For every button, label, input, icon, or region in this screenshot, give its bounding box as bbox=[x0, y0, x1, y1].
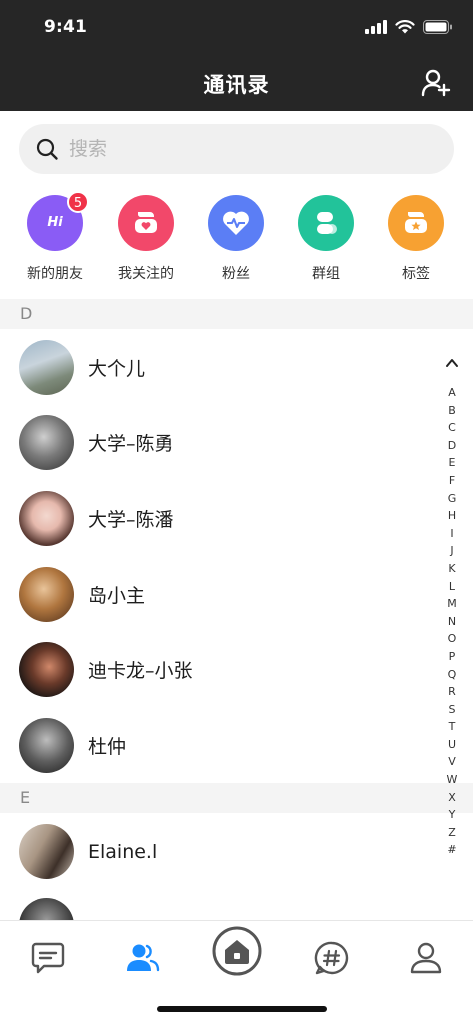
index-letter[interactable]: R bbox=[441, 683, 463, 701]
avatar bbox=[19, 567, 74, 622]
shortcut-label: 标签 bbox=[402, 266, 430, 282]
index-letter[interactable]: O bbox=[441, 630, 463, 648]
profile-icon bbox=[410, 942, 442, 974]
index-letter[interactable]: L bbox=[441, 578, 463, 596]
avatar bbox=[19, 415, 74, 470]
following-circle bbox=[118, 195, 174, 251]
tab-contacts[interactable] bbox=[118, 933, 168, 983]
index-letter[interactable]: A bbox=[441, 384, 463, 402]
index-letter[interactable]: T bbox=[441, 718, 463, 736]
signal-icon bbox=[365, 20, 387, 34]
index-letter[interactable]: M bbox=[441, 595, 463, 613]
index-letter[interactable]: G bbox=[441, 490, 463, 508]
shortcut-fans[interactable]: 粉丝 bbox=[191, 195, 281, 283]
contact-name: 大个儿 bbox=[88, 358, 146, 380]
contact-row[interactable]: 大学–陈潘 bbox=[0, 481, 440, 556]
tab-topics[interactable] bbox=[307, 933, 357, 983]
index-letter[interactable]: Q bbox=[441, 666, 463, 684]
wifi-icon bbox=[395, 20, 415, 34]
search-input[interactable] bbox=[69, 138, 409, 160]
section-header-d: D bbox=[0, 299, 473, 329]
index-letter[interactable]: # bbox=[441, 841, 463, 859]
home-indicator bbox=[157, 1006, 327, 1012]
tab-chat[interactable] bbox=[23, 933, 73, 983]
section-header-e: E bbox=[0, 783, 473, 813]
contact-name: 大学–陈潘 bbox=[88, 509, 174, 531]
index-letter[interactable]: X bbox=[441, 789, 463, 807]
contact-row[interactable]: 迪卡龙–小张 bbox=[0, 632, 440, 707]
shortcut-row: Hi 5 新的朋友 我关注的 粉丝 群组 标签 bbox=[0, 191, 473, 285]
contact-row[interactable]: 大个儿 bbox=[0, 330, 440, 405]
index-letter[interactable]: W bbox=[441, 771, 463, 789]
tab-profile[interactable] bbox=[401, 933, 451, 983]
shortcut-new-friends[interactable]: Hi 5 新的朋友 bbox=[10, 191, 100, 283]
shortcut-groups[interactable]: 群组 bbox=[281, 195, 371, 283]
svg-text:Hi: Hi bbox=[47, 215, 63, 230]
heart-icon bbox=[135, 212, 157, 233]
contact-name: 大学–陈勇 bbox=[88, 433, 174, 455]
index-letter[interactable]: S bbox=[441, 701, 463, 719]
contact-name: Elaine.l bbox=[88, 840, 158, 863]
status-icons bbox=[365, 20, 453, 34]
index-letter[interactable]: J bbox=[441, 542, 463, 560]
avatar bbox=[19, 718, 74, 773]
heartbeat-icon bbox=[223, 211, 249, 235]
contact-row-partial[interactable] bbox=[0, 890, 440, 920]
tags-circle bbox=[388, 195, 444, 251]
alphabet-index[interactable]: A B C D E F G H I J K L M N O P Q R S T … bbox=[441, 356, 463, 859]
page-title: 通讯录 bbox=[203, 73, 270, 97]
search-bar[interactable] bbox=[19, 124, 454, 174]
chevron-up-icon[interactable] bbox=[445, 356, 459, 370]
topic-icon bbox=[314, 941, 349, 975]
add-contact-icon[interactable] bbox=[421, 68, 451, 98]
status-time: 9:41 bbox=[44, 17, 88, 37]
index-letter[interactable]: F bbox=[441, 472, 463, 490]
index-letter[interactable]: K bbox=[441, 560, 463, 578]
contact-row[interactable]: 岛小主 bbox=[0, 557, 440, 632]
contact-name: 迪卡龙–小张 bbox=[88, 660, 193, 682]
index-letter[interactable]: N bbox=[441, 613, 463, 631]
tab-home[interactable] bbox=[211, 925, 263, 977]
contact-row[interactable]: 大学–陈勇 bbox=[0, 405, 440, 480]
star-tag-icon bbox=[405, 212, 427, 233]
shortcut-tags[interactable]: 标签 bbox=[371, 195, 461, 283]
shortcut-label: 粉丝 bbox=[222, 266, 250, 282]
shortcut-following[interactable]: 我关注的 bbox=[101, 195, 191, 283]
avatar bbox=[19, 491, 74, 546]
shortcut-label: 新的朋友 bbox=[27, 266, 83, 282]
fans-circle bbox=[208, 195, 264, 251]
contact-row[interactable]: 杜仲 bbox=[0, 708, 440, 783]
shortcut-label: 我关注的 bbox=[118, 266, 174, 282]
avatar bbox=[19, 824, 74, 879]
chat-icon bbox=[31, 942, 65, 974]
index-letter[interactable]: B bbox=[441, 402, 463, 420]
index-letter[interactable]: D bbox=[441, 437, 463, 455]
groups-circle bbox=[298, 195, 354, 251]
search-icon bbox=[36, 138, 58, 160]
home-icon bbox=[212, 926, 262, 976]
contact-row[interactable]: Elaine.l bbox=[0, 814, 440, 889]
index-letter[interactable]: V bbox=[441, 753, 463, 771]
index-letter[interactable]: P bbox=[441, 648, 463, 666]
index-letter[interactable]: E bbox=[441, 454, 463, 472]
index-letter[interactable]: Y bbox=[441, 806, 463, 824]
top-bar: 9:41 通讯录 bbox=[0, 0, 473, 111]
index-letter[interactable]: U bbox=[441, 736, 463, 754]
avatar bbox=[19, 340, 74, 395]
index-letter[interactable]: C bbox=[441, 419, 463, 437]
index-letter[interactable]: Z bbox=[441, 824, 463, 842]
contact-name: 岛小主 bbox=[88, 585, 146, 607]
index-letter[interactable]: I bbox=[441, 525, 463, 543]
shortcut-label: 群组 bbox=[312, 266, 340, 282]
avatar bbox=[19, 642, 74, 697]
avatar bbox=[19, 898, 74, 920]
hi-icon: Hi bbox=[47, 215, 63, 230]
new-friends-circle: Hi 5 bbox=[27, 191, 89, 251]
new-friends-badge: 5 bbox=[67, 191, 89, 213]
contact-name: 杜仲 bbox=[88, 736, 127, 758]
group-icon bbox=[317, 212, 337, 234]
battery-icon bbox=[423, 20, 452, 34]
index-letter[interactable]: H bbox=[441, 507, 463, 525]
contacts-icon bbox=[127, 944, 160, 972]
